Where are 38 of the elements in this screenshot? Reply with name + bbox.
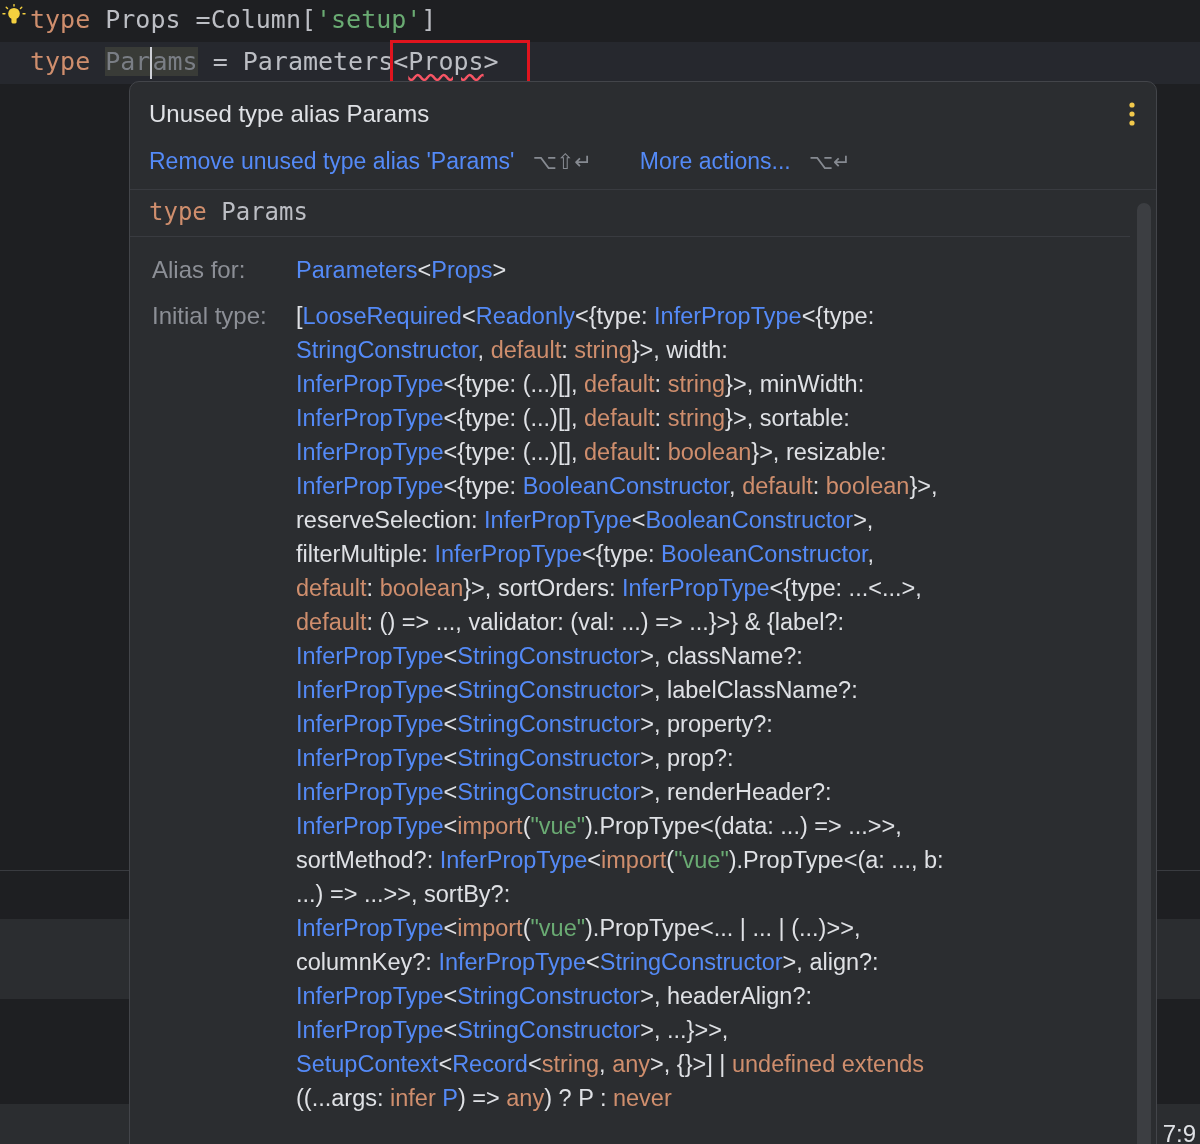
type-text-line: InferPropType<{type: (...)[], default: string}>, sortable:: [296, 404, 851, 433]
more-menu-icon[interactable]: [1128, 102, 1136, 126]
field-label: Alias for:: [152, 255, 247, 285]
type-text-line: InferPropType<StringConstructor>, property?:: [296, 710, 774, 739]
shortcut-hint: ⌥⇧↵: [532, 150, 592, 174]
type-text-line: InferPropType<import("vue").PropType<(data: ...) => ...>>,: [296, 812, 903, 841]
type-text-line: reserveSelection: InferPropType<BooleanConstructor>,: [296, 506, 875, 535]
caret-position[interactable]: 7:9: [1162, 1120, 1200, 1144]
type-text-line: StringConstructor, default: string}>, width:: [296, 336, 729, 365]
type-text-line: InferPropType<StringConstructor>, renderHeader?:: [296, 778, 833, 807]
type-text-line: filterMultiple: InferPropType<{type: BooleanConstructor,: [296, 540, 876, 569]
type-text-line: [LooseRequired<Readonly<{type: InferPropType<{type:: [296, 302, 876, 331]
type-text-line: sortMethod?: InferPropType<import("vue").PropType<(a: ..., b:: [296, 846, 945, 875]
type-text-line: InferPropType<StringConstructor>, prop?:: [296, 744, 735, 773]
field-label: Initial type:: [152, 301, 268, 331]
type-text-line: InferPropType<{type: BooleanConstructor, default: boolean}>,: [296, 472, 939, 501]
type-text-line: ((...args: infer P) => any) ? P : never: [296, 1084, 673, 1113]
type-text-line: SetupContext<Record<string, any>, {}>] | undefined extends: [296, 1050, 926, 1079]
type-text-line: default: boolean}>, sortOrders: InferPropType<{type: ...<...>,: [296, 574, 923, 603]
type-text-line: InferPropType<{type: (...)[], default: boolean}>, resizable:: [296, 438, 888, 467]
declaration-code: type Params: [149, 198, 308, 226]
code-line: type Props =Column['setup']: [30, 4, 437, 36]
shortcut-hint: ⌥↵: [808, 150, 851, 174]
type-text-line: InferPropType<{type: (...)[], default: string}>, minWidth:: [296, 370, 866, 399]
type-text-line: Parameters<Props>: [296, 256, 508, 285]
action-link[interactable]: More actions...: [639, 148, 791, 175]
action-link[interactable]: Remove unused type alias 'Params': [149, 148, 515, 175]
popup-title: Unused type alias Params: [149, 100, 430, 128]
type-text-line: InferPropType<StringConstructor>, labelClassName?:: [296, 676, 859, 705]
type-text-line: InferPropType<StringConstructor>, className?:: [296, 642, 804, 671]
type-text-line: default: () => ..., validator: (val: ...) => ...}>} & {label?:: [296, 608, 845, 637]
type-text-line: columnKey?: InferPropType<StringConstructor>, align?:: [296, 948, 880, 977]
code-line: type Params = Parameters<Props>: [30, 42, 527, 82]
type-text-line: InferPropType<StringConstructor>, ...}>>,: [296, 1016, 730, 1045]
type-text-line: InferPropType<import("vue").PropType<... | ... | (...)>>,: [296, 914, 862, 943]
lightbulb-icon[interactable]: [1, 4, 27, 26]
type-text-line: InferPropType<StringConstructor>, headerAlign?:: [296, 982, 813, 1011]
type-text-line: ...) => ...>>, sortBy?:: [296, 880, 512, 909]
